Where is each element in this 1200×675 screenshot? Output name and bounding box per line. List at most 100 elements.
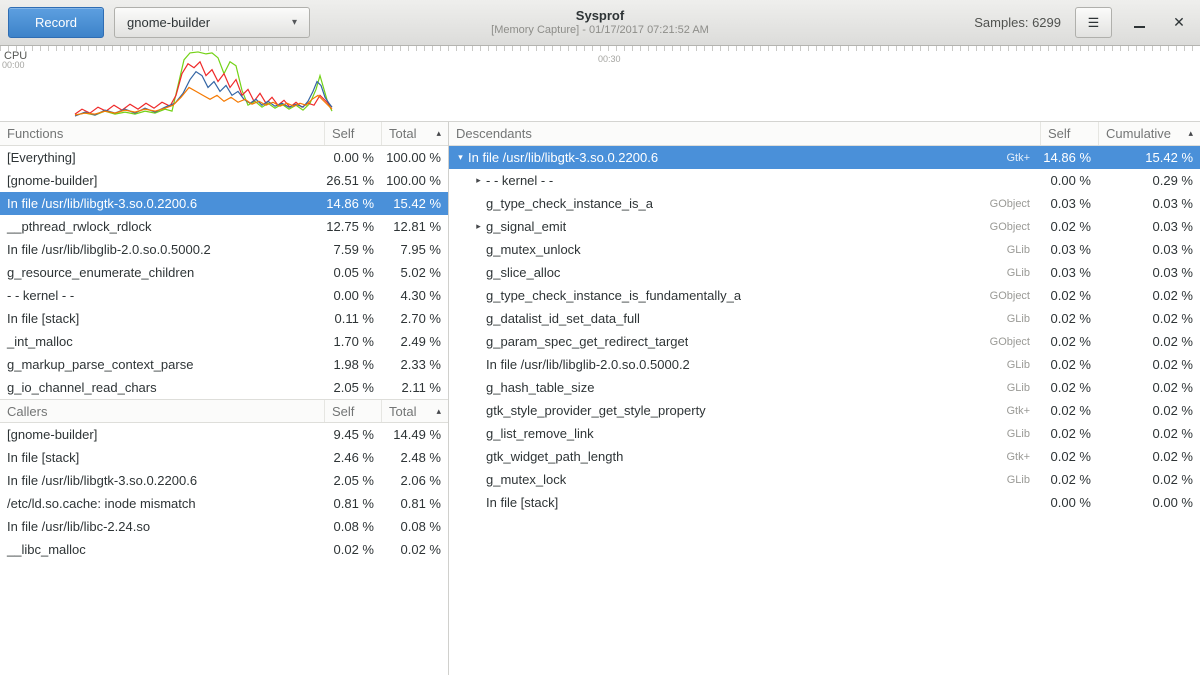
- library-badge: Gtk+: [1006, 405, 1040, 417]
- self-percent: 9.45 %: [324, 427, 381, 442]
- self-percent: 12.75 %: [324, 219, 381, 234]
- descendants-row[interactable]: g_mutex_unlockGLib0.03 %0.03 %: [449, 238, 1200, 261]
- column-header-total[interactable]: Total ▴: [381, 122, 448, 145]
- functions-row[interactable]: [gnome-builder]26.51 %100.00 %: [0, 169, 448, 192]
- column-header-total-label: Total: [389, 126, 416, 141]
- symbol-name-cell: In file /usr/lib/libglib-2.0.so.0.5000.2: [449, 357, 1007, 372]
- sort-arrow-icon: ▴: [436, 406, 441, 417]
- main-area: Functions Self Total ▴ [Everything]0.00 …: [0, 122, 1200, 675]
- self-percent: 0.02 %: [1040, 449, 1098, 464]
- library-badge: Gtk+: [1006, 451, 1040, 463]
- descendants-row[interactable]: g_type_check_instance_is_fundamentally_a…: [449, 284, 1200, 307]
- process-selector-dropdown[interactable]: gnome-builder ▾: [114, 7, 310, 38]
- callers-row[interactable]: In file [stack]2.46 %2.48 %: [0, 446, 448, 469]
- symbol-name: _int_malloc: [0, 334, 324, 349]
- symbol-name: g_list_remove_link: [486, 426, 594, 441]
- column-header-cumulative[interactable]: Cumulative ▴: [1098, 122, 1200, 145]
- descendants-row[interactable]: ▸- - kernel - -0.00 %0.29 %: [449, 169, 1200, 192]
- expander-icon[interactable]: ▸: [471, 175, 486, 186]
- descendants-row[interactable]: g_datalist_id_set_data_fullGLib0.02 %0.0…: [449, 307, 1200, 330]
- column-header-descendants[interactable]: Descendants: [449, 122, 1040, 145]
- close-icon: ✕: [1173, 14, 1185, 31]
- total-percent: 100.00 %: [381, 150, 448, 165]
- callers-row[interactable]: __libc_malloc0.02 %0.02 %: [0, 538, 448, 561]
- descendants-table: ▾In file /usr/lib/libgtk-3.so.0.2200.6Gt…: [449, 146, 1200, 514]
- callers-row[interactable]: In file /usr/lib/libc-2.24.so0.08 %0.08 …: [0, 515, 448, 538]
- descendants-row[interactable]: In file [stack]0.00 %0.00 %: [449, 491, 1200, 514]
- symbol-name-cell: ▸g_signal_emit: [449, 219, 990, 234]
- functions-row[interactable]: In file /usr/lib/libglib-2.0.so.0.5000.2…: [0, 238, 448, 261]
- expander-icon[interactable]: ▸: [471, 221, 486, 232]
- close-button[interactable]: ✕: [1166, 10, 1192, 36]
- cumulative-percent: 0.03 %: [1098, 242, 1200, 257]
- column-header-callers[interactable]: Callers: [0, 400, 324, 422]
- descendants-row[interactable]: gtk_widget_path_lengthGtk+0.02 %0.02 %: [449, 445, 1200, 468]
- callers-row[interactable]: In file /usr/lib/libgtk-3.so.0.2200.62.0…: [0, 469, 448, 492]
- functions-row[interactable]: In file /usr/lib/libgtk-3.so.0.2200.614.…: [0, 192, 448, 215]
- total-percent: 2.49 %: [381, 334, 448, 349]
- symbol-name: g_io_channel_read_chars: [0, 380, 324, 395]
- column-header-functions[interactable]: Functions: [0, 122, 324, 145]
- functions-table-header: Functions Self Total ▴: [0, 122, 448, 146]
- functions-row[interactable]: _int_malloc1.70 %2.49 %: [0, 330, 448, 353]
- library-badge: GLib: [1007, 382, 1040, 394]
- callers-row[interactable]: [gnome-builder]9.45 %14.49 %: [0, 423, 448, 446]
- callers-table: [gnome-builder]9.45 %14.49 %In file [sta…: [0, 423, 448, 561]
- library-badge: GObject: [990, 336, 1040, 348]
- descendants-row[interactable]: gtk_style_provider_get_style_propertyGtk…: [449, 399, 1200, 422]
- library-badge: GLib: [1007, 359, 1040, 371]
- symbol-name: In file /usr/lib/libglib-2.0.so.0.5000.2: [0, 242, 324, 257]
- symbol-name-cell: In file [stack]: [449, 495, 1030, 510]
- descendants-row[interactable]: g_list_remove_linkGLib0.02 %0.02 %: [449, 422, 1200, 445]
- cumulative-percent: 0.02 %: [1098, 380, 1200, 395]
- headerbar-left: Record gnome-builder ▾: [8, 7, 310, 38]
- self-percent: 0.03 %: [1040, 196, 1098, 211]
- symbol-name: g_datalist_id_set_data_full: [486, 311, 640, 326]
- title-block: Sysprof [Memory Capture] - 01/17/2017 07…: [491, 8, 709, 37]
- callers-row[interactable]: /etc/ld.so.cache: inode mismatch0.81 %0.…: [0, 492, 448, 515]
- library-badge: Gtk+: [1006, 152, 1040, 164]
- time-label-mid: 00:30: [598, 54, 621, 64]
- descendants-row[interactable]: g_mutex_lockGLib0.02 %0.02 %: [449, 468, 1200, 491]
- total-percent: 0.02 %: [381, 542, 448, 557]
- column-header-self[interactable]: Self: [1040, 122, 1098, 145]
- symbol-name-cell: ▾In file /usr/lib/libgtk-3.so.0.2200.6: [449, 150, 1006, 165]
- functions-row[interactable]: __pthread_rwlock_rdlock12.75 %12.81 %: [0, 215, 448, 238]
- self-percent: 0.03 %: [1040, 242, 1098, 257]
- total-percent: 0.81 %: [381, 496, 448, 511]
- descendants-row[interactable]: g_type_check_instance_is_aGObject0.03 %0…: [449, 192, 1200, 215]
- minimize-button[interactable]: [1126, 10, 1152, 36]
- total-percent: 12.81 %: [381, 219, 448, 234]
- symbol-name-cell: gtk_style_provider_get_style_property: [449, 403, 1006, 418]
- descendants-row[interactable]: g_param_spec_get_redirect_targetGObject0…: [449, 330, 1200, 353]
- descendants-row[interactable]: ▸g_signal_emitGObject0.02 %0.03 %: [449, 215, 1200, 238]
- descendants-row[interactable]: In file /usr/lib/libglib-2.0.so.0.5000.2…: [449, 353, 1200, 376]
- functions-row[interactable]: In file [stack]0.11 %2.70 %: [0, 307, 448, 330]
- descendants-row[interactable]: ▾In file /usr/lib/libgtk-3.so.0.2200.6Gt…: [449, 146, 1200, 169]
- column-header-total-label: Total: [389, 404, 416, 419]
- column-header-self[interactable]: Self: [324, 400, 381, 422]
- cumulative-percent: 0.03 %: [1098, 196, 1200, 211]
- cpu-timeline[interactable]: CPU 00:00 00:30: [0, 46, 1200, 122]
- functions-table: [Everything]0.00 %100.00 %[gnome-builder…: [0, 146, 448, 399]
- functions-row[interactable]: g_io_channel_read_chars2.05 %2.11 %: [0, 376, 448, 399]
- expander-icon[interactable]: ▾: [453, 152, 468, 163]
- process-selector-value: gnome-builder: [127, 15, 210, 30]
- library-badge: GLib: [1007, 313, 1040, 325]
- column-header-total[interactable]: Total ▴: [381, 400, 448, 422]
- self-percent: 2.05 %: [324, 380, 381, 395]
- record-button[interactable]: Record: [8, 7, 104, 38]
- symbol-name: g_type_check_instance_is_fundamentally_a: [486, 288, 741, 303]
- symbol-name-cell: g_mutex_unlock: [449, 242, 1007, 257]
- self-percent: 0.02 %: [324, 542, 381, 557]
- library-badge: GLib: [1007, 474, 1040, 486]
- functions-row[interactable]: - - kernel - -0.00 %4.30 %: [0, 284, 448, 307]
- functions-row[interactable]: g_resource_enumerate_children0.05 %5.02 …: [0, 261, 448, 284]
- functions-row[interactable]: [Everything]0.00 %100.00 %: [0, 146, 448, 169]
- column-header-self[interactable]: Self: [324, 122, 381, 145]
- descendants-row[interactable]: g_hash_table_sizeGLib0.02 %0.02 %: [449, 376, 1200, 399]
- descendants-row[interactable]: g_slice_allocGLib0.03 %0.03 %: [449, 261, 1200, 284]
- menu-button[interactable]: ☰: [1075, 7, 1112, 38]
- symbol-name-cell: g_type_check_instance_is_fundamentally_a: [449, 288, 990, 303]
- functions-row[interactable]: g_markup_parse_context_parse1.98 %2.33 %: [0, 353, 448, 376]
